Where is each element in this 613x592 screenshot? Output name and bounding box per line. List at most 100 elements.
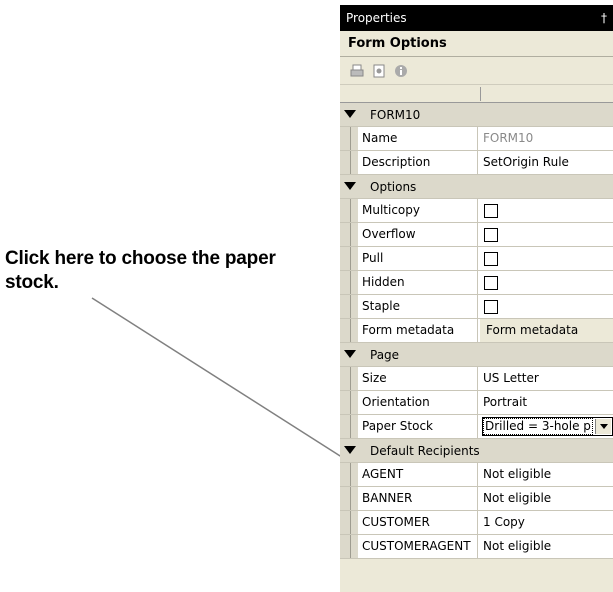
category-default-recipients[interactable]: Default Recipients <box>340 439 613 463</box>
property-name: Name <box>362 127 478 150</box>
panel-toolbar <box>340 57 613 85</box>
gutter-line <box>350 319 351 342</box>
gutter-line <box>350 223 351 246</box>
category-options[interactable]: Options <box>340 175 613 199</box>
property-value[interactable]: SetOrigin Rule <box>483 151 613 174</box>
gutter-line <box>350 271 351 294</box>
category-page[interactable]: Page <box>340 343 613 367</box>
property-row-customer[interactable]: CUSTOMER 1 Copy <box>340 511 613 535</box>
property-value[interactable]: Portrait <box>483 391 613 414</box>
gutter-line <box>350 463 351 486</box>
gutter-line <box>350 391 351 414</box>
property-row-customeragent[interactable]: CUSTOMERAGENT Not eligible <box>340 535 613 559</box>
property-row-agent[interactable]: AGENT Not eligible <box>340 463 613 487</box>
category-form10[interactable]: FORM10 <box>340 103 613 127</box>
property-row-multicopy[interactable]: Multicopy <box>340 199 613 223</box>
property-name: BANNER <box>362 487 478 510</box>
property-row-banner[interactable]: BANNER Not eligible <box>340 487 613 511</box>
callout-text: Click here to choose the paper stock. <box>5 247 335 295</box>
property-value[interactable]: Not eligible <box>483 487 613 510</box>
category-label: FORM10 <box>370 108 421 122</box>
row-gutter <box>340 415 358 438</box>
gutter-line <box>350 247 351 270</box>
row-gutter <box>340 319 358 342</box>
gutter-line <box>350 295 351 318</box>
callout-line-2: stock. <box>5 272 59 293</box>
property-name: Multicopy <box>362 199 478 222</box>
row-gutter <box>340 463 358 486</box>
gutter-line <box>350 535 351 558</box>
collapse-arrow-icon[interactable] <box>344 446 356 454</box>
property-value[interactable]: 1 Copy <box>483 511 613 534</box>
page-icon[interactable] <box>372 64 386 78</box>
property-name: Staple <box>362 295 478 318</box>
property-row-orientation[interactable]: Orientation Portrait <box>340 391 613 415</box>
pull-checkbox[interactable] <box>484 252 498 266</box>
row-gutter <box>340 223 358 246</box>
property-name: CUSTOMERAGENT <box>362 535 478 558</box>
panel-titlebar: Properties † <box>340 5 613 31</box>
property-grid: FORM10 Name FORM10 Description SetOrigin Rul… <box>340 103 613 559</box>
grid-column-header <box>340 85 613 103</box>
pin-icon[interactable]: † <box>601 5 607 31</box>
category-label: Default Recipients <box>370 444 480 458</box>
row-gutter <box>340 151 358 174</box>
property-row-staple[interactable]: Staple <box>340 295 613 319</box>
form-metadata-button[interactable]: Form metadata <box>480 319 613 342</box>
gutter-line <box>350 487 351 510</box>
property-row-size[interactable]: Size US Letter <box>340 367 613 391</box>
property-name: Pull <box>362 247 478 270</box>
property-name: AGENT <box>362 463 478 486</box>
row-gutter <box>340 535 358 558</box>
row-gutter <box>340 487 358 510</box>
property-value[interactable]: Not eligible <box>483 535 613 558</box>
property-row-paper-stock[interactable]: Paper Stock Drilled = 3-hole p <box>340 415 613 439</box>
row-gutter <box>340 247 358 270</box>
property-value: FORM10 <box>483 131 534 145</box>
gutter-line <box>350 151 351 174</box>
property-value[interactable]: Not eligible <box>483 463 613 486</box>
property-name: Orientation <box>362 391 478 414</box>
property-row-form-metadata[interactable]: Form metadata Form metadata <box>340 319 613 343</box>
gutter-line <box>350 367 351 390</box>
gutter-line <box>350 511 351 534</box>
dropdown-selected-value[interactable]: Drilled = 3-hole p <box>483 418 593 435</box>
form-options-header: Form Options <box>340 31 613 57</box>
property-value[interactable]: US Letter <box>483 367 613 390</box>
row-gutter <box>340 511 358 534</box>
print-icon[interactable] <box>350 64 364 78</box>
collapse-arrow-icon[interactable] <box>344 182 356 190</box>
property-name: Form metadata <box>362 319 478 342</box>
gutter-line <box>350 199 351 222</box>
hidden-checkbox[interactable] <box>484 276 498 290</box>
gutter-line <box>350 127 351 150</box>
properties-panel: Properties † Form Options FORM10 Name FORM… <box>340 5 613 592</box>
property-name: Description <box>362 151 478 174</box>
row-gutter <box>340 367 358 390</box>
collapse-arrow-icon[interactable] <box>344 110 356 118</box>
property-row-description[interactable]: Description SetOrigin Rule <box>340 151 613 175</box>
property-row-overflow[interactable]: Overflow <box>340 223 613 247</box>
collapse-arrow-icon[interactable] <box>344 350 356 358</box>
staple-checkbox[interactable] <box>484 300 498 314</box>
paper-stock-dropdown[interactable]: Drilled = 3-hole p <box>482 417 613 436</box>
row-gutter <box>340 295 358 318</box>
multicopy-checkbox[interactable] <box>484 204 498 218</box>
property-name: Size <box>362 367 478 390</box>
property-row-pull[interactable]: Pull <box>340 247 613 271</box>
property-row-name[interactable]: Name FORM10 <box>340 127 613 151</box>
info-icon[interactable] <box>394 64 408 78</box>
column-divider[interactable] <box>480 87 481 101</box>
property-name: Overflow <box>362 223 478 246</box>
category-label: Page <box>370 348 400 362</box>
overflow-checkbox[interactable] <box>484 228 498 242</box>
gutter-line <box>350 415 351 438</box>
property-row-hidden[interactable]: Hidden <box>340 271 613 295</box>
property-name: Paper Stock <box>362 415 478 438</box>
row-gutter <box>340 199 358 222</box>
row-gutter <box>340 127 358 150</box>
dropdown-arrow-icon[interactable] <box>595 419 611 434</box>
row-gutter <box>340 271 358 294</box>
callout-line-1: Click here to choose the paper <box>5 248 276 269</box>
panel-title: Properties <box>346 11 407 25</box>
